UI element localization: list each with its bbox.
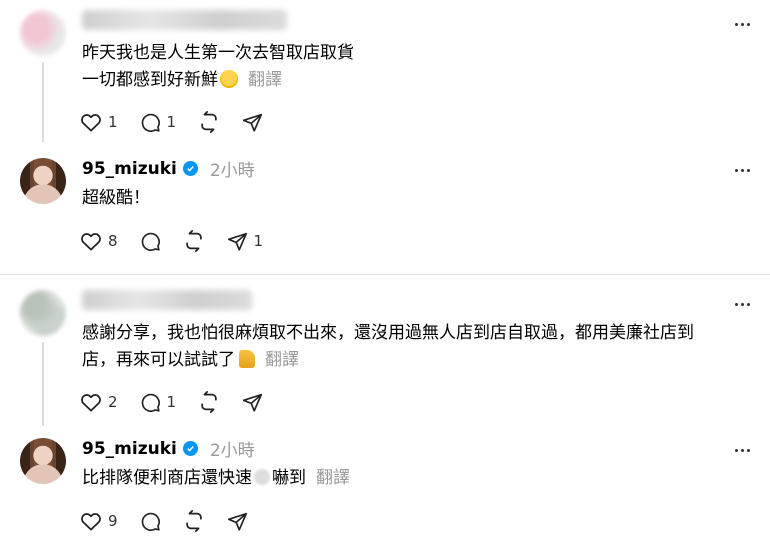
repost-icon (185, 230, 202, 252)
avatar[interactable] (20, 158, 66, 204)
comment-icon (141, 393, 160, 412)
reply-button[interactable]: 1 (140, 112, 177, 133)
username[interactable] (82, 290, 252, 310)
heart-icon (81, 513, 101, 531)
more-icon[interactable] (732, 440, 752, 460)
comment-icon (141, 512, 160, 531)
share-icon (243, 393, 263, 412)
username[interactable] (82, 10, 287, 30)
post-header (82, 10, 287, 30)
laughing-emoji-icon (220, 70, 238, 88)
like-count: 1 (108, 113, 118, 131)
translate-link[interactable]: 翻譯 (316, 468, 350, 488)
thread-line (42, 62, 44, 142)
repost-icon (201, 391, 217, 413)
reply-button[interactable] (140, 231, 161, 252)
more-icon[interactable] (732, 14, 752, 34)
repost-button[interactable] (198, 111, 220, 133)
avatar[interactable] (20, 290, 66, 336)
verified-badge-icon (182, 161, 198, 176)
repost-button[interactable] (198, 391, 220, 413)
action-bar: 9 (80, 510, 270, 532)
avatar[interactable] (20, 10, 66, 56)
post-header: 95_mizuki 2小時 (82, 436, 255, 462)
like-button[interactable]: 1 (80, 112, 118, 132)
avatar[interactable] (20, 438, 66, 484)
share-button[interactable] (242, 392, 263, 413)
translate-link[interactable]: 翻譯 (248, 70, 282, 90)
action-bar: 2 1 (80, 391, 285, 413)
comment-post-2: 感謝分享，我也怕很麻煩取不出來，還沒用過無人店到店自取過，都用美廉社店到 店，再… (0, 284, 770, 426)
post-text: 超級酷！ (82, 188, 150, 208)
like-button[interactable]: 2 (80, 392, 118, 412)
verified-badge-icon (182, 441, 198, 456)
heart-icon (81, 233, 101, 251)
action-bar: 8 1 (80, 230, 285, 252)
repost-button[interactable] (183, 510, 205, 532)
comment-icon (141, 113, 160, 132)
post-text-line: 感謝分享，我也怕很麻煩取不出來，還沒用過無人店到店自取過，都用美廉社店到 (82, 323, 694, 343)
post-header: 95_mizuki 2小時 (82, 156, 255, 182)
more-icon[interactable] (732, 160, 752, 180)
repost-icon (185, 510, 202, 532)
reply-count: 1 (166, 113, 177, 131)
post-text-line: 昨天我也是人生第一次去智取店取貨 (82, 43, 354, 63)
reply-post-2: 95_mizuki 2小時 比排隊便利商店還快速 嚇到 翻譯 9 (0, 430, 770, 546)
share-count: 1 (253, 232, 264, 250)
thread-line (42, 342, 44, 426)
reply-post-1: 95_mizuki 2小時 超級酷！ 8 1 (0, 150, 770, 270)
comment-icon (141, 232, 160, 251)
timestamp[interactable]: 2小時 (210, 436, 255, 461)
repost-icon (201, 111, 217, 133)
emoji-icon (254, 469, 270, 485)
post-text-part: 比排隊便利商店還快速 (82, 468, 252, 488)
post-text-line: 一切都感到好新鮮 (82, 70, 218, 90)
action-bar: 1 1 (80, 111, 285, 133)
more-icon[interactable] (732, 294, 752, 314)
post-text: 感謝分享，我也怕很麻煩取不出來，還沒用過無人店到店自取過，都用美廉社店到 店，再… (82, 320, 750, 374)
heart-icon (81, 394, 101, 412)
post-text: 昨天我也是人生第一次去智取店取貨 一切都感到好新鮮 翻譯 (82, 40, 750, 94)
translate-link[interactable]: 翻譯 (265, 350, 299, 370)
reply-button[interactable] (140, 511, 161, 532)
post-text-line: 店，再來可以試試了 (82, 350, 235, 370)
like-button[interactable]: 8 (80, 231, 118, 251)
heart-icon (81, 114, 101, 132)
share-icon (227, 512, 247, 531)
share-button[interactable] (242, 112, 263, 133)
divider (0, 274, 770, 275)
comment-post-1: 昨天我也是人生第一次去智取店取貨 一切都感到好新鮮 翻譯 1 1 (0, 0, 770, 142)
post-text: 比排隊便利商店還快速 嚇到 翻譯 (82, 465, 750, 492)
share-icon (243, 113, 263, 132)
timestamp[interactable]: 2小時 (210, 156, 255, 181)
post-header (82, 290, 252, 310)
like-count: 9 (108, 512, 118, 530)
username[interactable]: 95_mizuki (82, 439, 177, 459)
share-button[interactable] (227, 511, 248, 532)
share-button[interactable]: 1 (227, 231, 264, 252)
reply-count: 1 (166, 393, 177, 411)
reply-button[interactable]: 1 (140, 392, 177, 413)
like-button[interactable]: 9 (80, 511, 118, 531)
share-icon (227, 232, 247, 251)
repost-button[interactable] (183, 230, 205, 252)
username[interactable]: 95_mizuki (82, 159, 177, 179)
like-count: 8 (108, 232, 118, 250)
like-count: 2 (108, 393, 118, 411)
post-text-part: 嚇到 (272, 468, 306, 488)
thumbs-up-emoji-icon (239, 350, 255, 368)
